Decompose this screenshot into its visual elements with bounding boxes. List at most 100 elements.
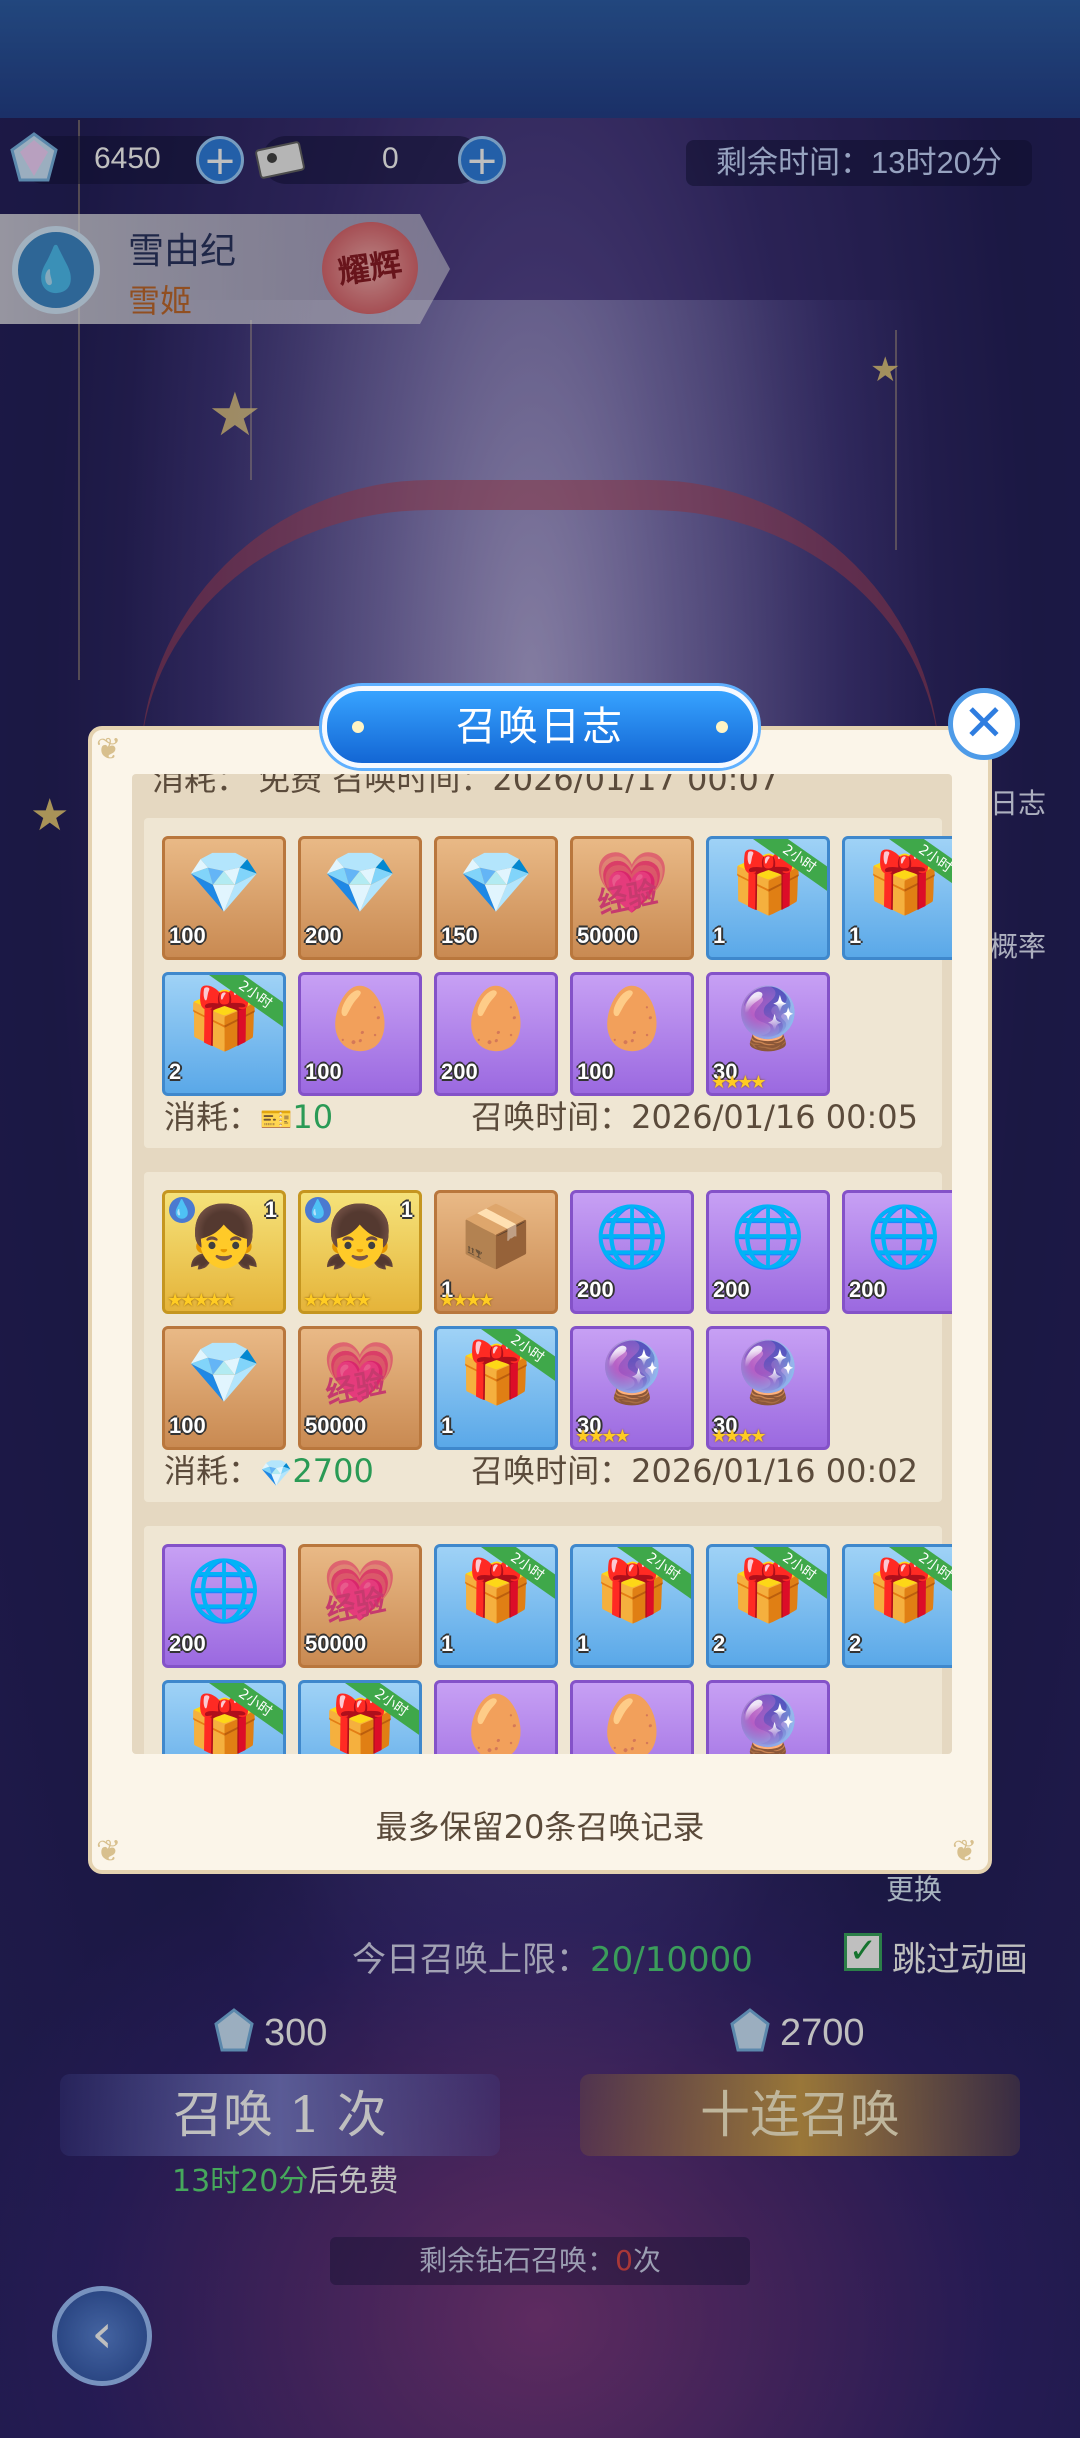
star-rating: ★★★★★ — [167, 1290, 236, 1311]
star-rating: ★★★★ — [711, 1072, 767, 1093]
item-quantity: 100 — [169, 1413, 206, 1438]
water-element-icon: 💧 — [169, 1197, 195, 1223]
reward-item[interactable]: 🔮 30 ★★★★ — [706, 972, 830, 1096]
summon-log-modal: 消耗： 免费 召唤时间：2026/01/17 00:07 💎 100 💎 200 💎 15… — [88, 726, 992, 1874]
summon-log-list[interactable]: 消耗： 免费 召唤时间：2026/01/17 00:07 💎 100 💎 200 💎 15… — [132, 774, 952, 1754]
reward-item[interactable]: 🌐 200 — [162, 1544, 286, 1668]
reward-item[interactable]: 🎁 2小时 1 — [842, 836, 952, 960]
blue-orb-icon: 🌐 — [594, 1202, 670, 1272]
item-quantity: 150 — [441, 923, 478, 948]
summon-record: 🌐 200 💗 经验 50000 🎁 2小时 1 🎁 2小时 1 🎁 2小时 2 🎁 2小时 2 🎁 2小时 🎁 2小时… — [144, 1526, 952, 1754]
reward-item[interactable]: 👧 💧 1 ★★★★★ — [162, 1190, 286, 1314]
modal-title: 召唤日志 — [456, 704, 624, 750]
gold-ingot-icon: 🥚 — [458, 1692, 534, 1754]
purple-crystal-icon: 🔮 — [730, 984, 806, 1054]
reward-item[interactable]: 📦 1 ★★★★ — [434, 1190, 558, 1314]
item-quantity: 2 — [169, 1059, 182, 1084]
reward-item[interactable]: 🔮 30 ★★★★ — [706, 1326, 830, 1450]
corner-ornament: ❦ — [96, 732, 122, 767]
item-quantity: 50000 — [305, 1631, 367, 1656]
clipped-record-footer: 消耗： 免费 召唤时间：2026/01/17 00:07 — [152, 774, 780, 798]
cost-value: 2700 — [292, 1452, 374, 1490]
item-quantity: 2 — [713, 1631, 726, 1656]
gold-ingot-icon: 🥚 — [594, 984, 670, 1054]
star-rating: ★★★★★ — [303, 1290, 372, 1311]
reward-item[interactable]: 👧 💧 1 ★★★★★ — [298, 1190, 422, 1314]
reward-item[interactable]: 🥚 100 — [298, 972, 422, 1096]
item-quantity: 1 — [264, 1197, 277, 1222]
blue-orb-icon: 🌐 — [730, 1202, 806, 1272]
gold-ingot-icon: 🥚 — [458, 984, 534, 1054]
star-rating: ★★★★ — [439, 1290, 495, 1311]
reward-item[interactable]: 💎 100 — [162, 836, 286, 960]
summon-record: 💎 100 💎 200 💎 150 💗 经验 50000 🎁 2小时 1 🎁 2小时 1 🎁 2小时 2 🥚 100 🥚… — [144, 818, 952, 1148]
item-quantity: 50000 — [577, 923, 639, 948]
reward-item[interactable]: 🎁 2小时 1 — [434, 1544, 558, 1668]
reward-item[interactable]: 💎 150 — [434, 836, 558, 960]
cost-value: 10 — [292, 1098, 334, 1136]
item-quantity: 1 — [849, 923, 862, 948]
cost-label: 消耗： — [164, 1452, 261, 1490]
reward-item[interactable]: 🎁 2小时 1 — [434, 1326, 558, 1450]
reward-item[interactable]: 🎁 2小时 2 — [842, 1544, 952, 1668]
purple-crystal-icon: 🔮 — [730, 1692, 806, 1754]
record-limit-note: 最多保留20条召唤记录 — [375, 1808, 705, 1846]
reward-item[interactable]: 💗 经验 50000 — [570, 836, 694, 960]
cost-label: 消耗： — [164, 1098, 261, 1136]
reward-item[interactable]: 🎁 2小时 — [162, 1680, 286, 1754]
gold-ingot-icon: 🥚 — [322, 984, 398, 1054]
reward-item[interactable]: 🥚 100 — [570, 972, 694, 1096]
reward-item[interactable]: 🎁 2小时 1 — [706, 836, 830, 960]
item-quantity: 200 — [849, 1277, 886, 1302]
reward-item[interactable]: 🔮 30 ★★★★ — [570, 1326, 694, 1450]
reward-item[interactable]: 💎 200 — [298, 836, 422, 960]
purple-crystal-icon: 🔮 — [730, 1338, 806, 1408]
record-cost: 消耗：💎2700 — [164, 1446, 374, 1492]
summon-record: 👧 💧 1 ★★★★★ 👧 💧 1 ★★★★★ 📦 1 ★★★★ 🌐 200 🌐 200 🌐 200 💎 100 💗 经… — [144, 1172, 952, 1502]
diamond-icon: 💎 — [260, 1459, 293, 1489]
summon-ticket-icon: 🎫 — [260, 1105, 293, 1135]
close-icon: ✕ — [963, 694, 1005, 752]
water-element-icon: 💧 — [305, 1197, 331, 1223]
star-rating: ★★★★ — [575, 1426, 631, 1447]
star-rating: ★★★★ — [711, 1426, 767, 1447]
item-quantity: 200 — [577, 1277, 614, 1302]
item-quantity: 2 — [849, 1631, 862, 1656]
gold-ingot-icon: 🥚 — [594, 1692, 670, 1754]
reward-item[interactable]: 🎁 2小时 1 — [570, 1544, 694, 1668]
reward-item[interactable]: 🥚 200 — [434, 972, 558, 1096]
item-quantity: 1 — [441, 1413, 454, 1438]
diamond-icon: 💎 — [186, 848, 262, 918]
item-quantity: 200 — [441, 1059, 478, 1084]
close-button[interactable]: ✕ — [948, 688, 1020, 760]
reward-item[interactable]: 🌐 200 — [706, 1190, 830, 1314]
record-time: 召唤时间：2026/01/16 00:02 — [471, 1452, 918, 1490]
item-quantity: 50000 — [305, 1413, 367, 1438]
mystery-box-icon: 📦 — [458, 1202, 534, 1272]
reward-item[interactable]: 🥚 — [434, 1680, 558, 1754]
reward-item[interactable]: 🎁 2小时 — [298, 1680, 422, 1754]
diamond-icon: 💎 — [322, 848, 398, 918]
item-quantity: 200 — [713, 1277, 750, 1302]
diamond-icon: 💎 — [458, 848, 534, 918]
diamond-icon: 💎 — [186, 1338, 262, 1408]
item-quantity: 200 — [169, 1631, 206, 1656]
reward-item[interactable]: 🔮 — [706, 1680, 830, 1754]
reward-item[interactable]: 🌐 200 — [570, 1190, 694, 1314]
item-quantity: 100 — [577, 1059, 614, 1084]
item-quantity: 1 — [441, 1631, 454, 1656]
reward-item[interactable]: 💗 经验 50000 — [298, 1544, 422, 1668]
reward-item[interactable]: 🎁 2小时 2 — [162, 972, 286, 1096]
reward-item[interactable]: 🥚 — [570, 1680, 694, 1754]
record-cost: 消耗：🎫10 — [164, 1092, 333, 1138]
item-quantity: 100 — [169, 923, 206, 948]
reward-item[interactable]: 🎁 2小时 2 — [706, 1544, 830, 1668]
record-time: 召唤时间：2026/01/16 00:05 — [471, 1098, 918, 1136]
blue-orb-icon: 🌐 — [186, 1556, 262, 1626]
purple-crystal-icon: 🔮 — [594, 1338, 670, 1408]
blue-orb-icon: 🌐 — [866, 1202, 942, 1272]
reward-item[interactable]: 💎 100 — [162, 1326, 286, 1450]
reward-item[interactable]: 🌐 200 — [842, 1190, 952, 1314]
reward-item[interactable]: 💗 经验 50000 — [298, 1326, 422, 1450]
item-quantity: 200 — [305, 923, 342, 948]
